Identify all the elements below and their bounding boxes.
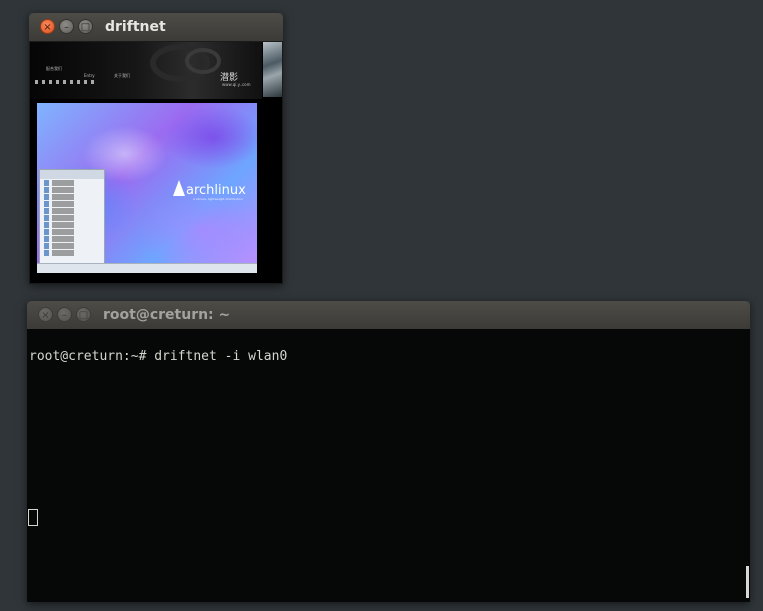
image-text: 关于我们 [114, 73, 130, 78]
window-title: driftnet [105, 19, 166, 35]
arch-triangle-icon [173, 180, 185, 196]
text-cursor [28, 509, 38, 526]
scrollbar[interactable] [746, 566, 749, 598]
minimize-button[interactable]: – [57, 307, 72, 322]
window-title: root@creturn: ~ [103, 307, 231, 323]
terminal-window: × – □ root@creturn: ~ root@creturn:~# dr… [27, 301, 750, 602]
terminal-titlebar[interactable]: × – □ root@creturn: ~ [27, 301, 750, 329]
terminal-output[interactable]: root@creturn:~# driftnet -i wlan0 [27, 329, 750, 602]
arch-tagline: A simple, lightweight distribution [193, 197, 243, 201]
maximize-button[interactable]: □ [76, 307, 91, 322]
captured-website-image[interactable]: 配合我们 Entry 关于我们 潜影 www.qi.y..com [30, 42, 262, 99]
swirl-graphic [185, 48, 221, 74]
arch-brand-text: archlinux [186, 183, 246, 198]
image-text: Entry [84, 73, 95, 78]
desktop-taskbar-graphic [37, 263, 257, 273]
desktop-menu-graphic [39, 169, 105, 269]
driftnet-titlebar[interactable]: × – □ driftnet [29, 13, 283, 41]
close-button[interactable]: × [38, 307, 53, 322]
command-line: root@creturn:~# driftnet -i wlan0 [29, 349, 288, 364]
close-button[interactable]: × [40, 19, 55, 34]
image-text: 配合我们 [46, 66, 62, 71]
captured-logo-sub: www.qi.y..com [222, 82, 251, 87]
minimize-button[interactable]: – [59, 19, 74, 34]
driftnet-image-area[interactable]: 配合我们 Entry 关于我们 潜影 www.qi.y..com archlin… [29, 41, 283, 284]
driftnet-window: × – □ driftnet 配合我们 Entry 关于我们 潜影 www.qi… [29, 13, 283, 284]
captured-wallpaper-image[interactable]: archlinux A simple, lightweight distribu… [37, 103, 257, 273]
arch-logo: archlinux A simple, lightweight distribu… [173, 180, 246, 201]
captured-side-image[interactable] [263, 42, 282, 97]
maximize-button[interactable]: □ [78, 19, 93, 34]
image-icon-row [35, 80, 95, 84]
